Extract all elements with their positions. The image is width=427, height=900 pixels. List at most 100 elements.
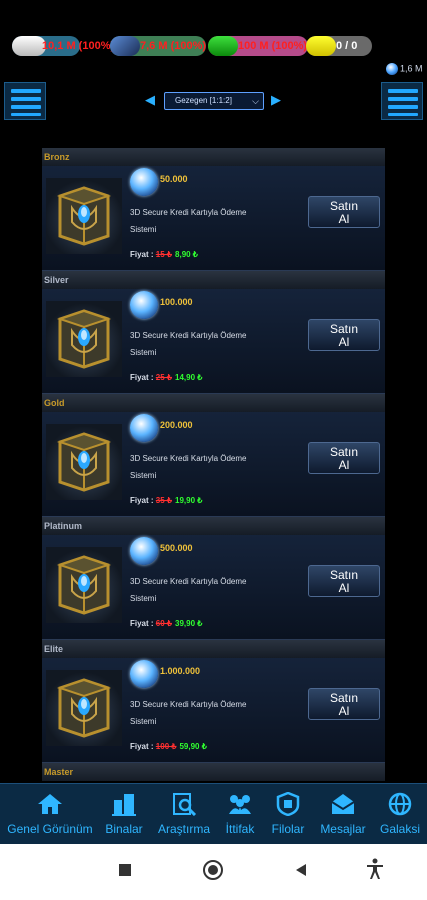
research-icon bbox=[173, 793, 197, 816]
tier-label: Silver bbox=[44, 275, 69, 285]
crystal-resource[interactable]: 7,6 M (100%) bbox=[110, 36, 206, 56]
planet-selector-label: Gezegen [1:1:2] bbox=[175, 96, 232, 105]
price-label: Fiyat : bbox=[130, 496, 154, 505]
package-card: 1.000.000 3D Secure Kredi Kartıyla Ödeme… bbox=[42, 658, 385, 763]
buy-button-line1: Satın bbox=[329, 322, 359, 336]
package-card: 200.000 3D Secure Kredi Kartıyla Ödeme Si… bbox=[42, 412, 385, 517]
nav-buildings-label: Binalar bbox=[105, 822, 143, 836]
chest-icon bbox=[46, 547, 122, 623]
buy-button[interactable]: Satın Al bbox=[308, 319, 380, 351]
package-card: 500.000 3D Secure Kredi Kartıyla Ödeme Si… bbox=[42, 535, 385, 640]
deuterium-icon bbox=[208, 36, 238, 56]
new-price: 14,90 ₺ bbox=[175, 373, 203, 382]
metal-value: 10,1 M (100%) bbox=[42, 40, 115, 52]
chest-icon bbox=[46, 424, 122, 500]
payment-method-line2: Sistemi bbox=[130, 348, 157, 357]
dark-matter-icon bbox=[130, 291, 158, 319]
dark-matter-icon bbox=[130, 168, 158, 196]
dark-matter: 1,6 M bbox=[386, 63, 423, 75]
tier-header: Gold bbox=[42, 394, 385, 412]
new-price: 8,90 ₺ bbox=[175, 250, 198, 259]
tier-header: Elite bbox=[42, 640, 385, 658]
crystal-value: 7,6 M (100%) bbox=[140, 40, 207, 52]
nav-buildings[interactable]: Binalar bbox=[100, 784, 148, 845]
tier-label: Gold bbox=[44, 398, 65, 408]
old-price: 100 ₺ bbox=[155, 742, 177, 751]
nav-messages[interactable]: Mesajlar bbox=[316, 784, 370, 845]
back-icon[interactable] bbox=[293, 862, 309, 878]
buy-button-line2: Al bbox=[338, 458, 350, 472]
tier-header: Silver bbox=[42, 271, 385, 289]
chest-icon bbox=[46, 178, 122, 254]
payment-method: 3D Secure Kredi Kartıyla Ödeme Sistemi bbox=[130, 450, 290, 484]
payment-method-line2: Sistemi bbox=[130, 717, 157, 726]
energy-icon bbox=[306, 36, 336, 56]
alliance-icon bbox=[229, 795, 251, 814]
payment-method-line2: Sistemi bbox=[130, 225, 157, 234]
new-price: 59,90 ₺ bbox=[179, 742, 207, 751]
buy-button-line1: Satın bbox=[329, 568, 359, 582]
fleet-icon bbox=[276, 792, 300, 816]
payment-method-line1: 3D Secure Kredi Kartıyla Ödeme bbox=[130, 454, 247, 463]
menu-icon bbox=[11, 89, 41, 93]
buy-button[interactable]: Satın Al bbox=[308, 565, 380, 597]
buy-button-line2: Al bbox=[338, 704, 350, 718]
buildings-icon bbox=[112, 794, 136, 816]
left-menu-button[interactable] bbox=[4, 82, 46, 120]
menu-icon-bar bbox=[11, 113, 41, 116]
old-price: 60 ₺ bbox=[155, 619, 173, 628]
payment-method-line1: 3D Secure Kredi Kartıyla Ödeme bbox=[130, 700, 247, 709]
nav-fleets-label: Filolar bbox=[271, 822, 305, 836]
payment-method-line1: 3D Secure Kredi Kartıyla Ödeme bbox=[130, 208, 247, 217]
package-amount: 200.000 bbox=[160, 420, 193, 430]
old-price: 25 ₺ bbox=[155, 373, 173, 382]
price: Fiyat : 100 ₺ 59,90 ₺ bbox=[130, 742, 207, 751]
menu-icon-bar bbox=[11, 105, 41, 109]
right-menu-button[interactable] bbox=[381, 82, 423, 120]
buy-button-line1: Satın bbox=[329, 691, 359, 705]
nav-alliance[interactable]: İttifak bbox=[218, 784, 262, 845]
metal-icon bbox=[12, 36, 46, 56]
package-amount: 500.000 bbox=[160, 543, 193, 553]
deuterium-resource[interactable]: 100 M (100%) bbox=[208, 36, 308, 56]
planet-selector[interactable]: Gezegen [1:1:2] ⌵ bbox=[164, 92, 264, 110]
price-label: Fiyat : bbox=[130, 619, 154, 628]
system-nav-bar bbox=[0, 844, 427, 900]
package-card: 100.000 3D Secure Kredi Kartıyla Ödeme Si… bbox=[42, 289, 385, 394]
nav-fleets[interactable]: Filolar bbox=[266, 784, 310, 845]
buy-button[interactable]: Satın Al bbox=[308, 688, 380, 720]
energy-resource[interactable]: 0 / 0 bbox=[306, 36, 372, 56]
dark-matter-icon bbox=[130, 660, 158, 688]
nav-overview-label: Genel Görünüm bbox=[7, 822, 93, 836]
dark-matter-icon bbox=[130, 414, 158, 442]
menu-icon-bar bbox=[388, 105, 418, 109]
new-price: 39,90 ₺ bbox=[175, 619, 203, 628]
payment-method-line1: 3D Secure Kredi Kartıyla Ödeme bbox=[130, 577, 247, 586]
tier-label: Master bbox=[44, 767, 74, 777]
nav-overview[interactable]: Genel Görünüm bbox=[4, 784, 96, 845]
menu-icon-bar bbox=[388, 97, 418, 101]
buy-button-line2: Al bbox=[338, 581, 350, 595]
recents-icon[interactable] bbox=[117, 862, 133, 878]
buy-button[interactable]: Satın Al bbox=[308, 196, 380, 228]
metal-resource[interactable]: 10,1 M (100%) bbox=[12, 36, 114, 56]
old-price: 15 ₺ bbox=[155, 250, 173, 259]
chest-icon bbox=[46, 301, 122, 377]
home-button-icon[interactable] bbox=[202, 859, 224, 881]
payment-method: 3D Secure Kredi Kartıyla Ödeme Sistemi bbox=[130, 696, 290, 730]
nav-research-label: Araştırma bbox=[157, 822, 210, 836]
old-price: 35 ₺ bbox=[155, 496, 173, 505]
deuterium-value: 100 M (100%) bbox=[238, 40, 308, 52]
buy-button[interactable]: Satın Al bbox=[308, 442, 380, 474]
price: Fiyat : 25 ₺ 14,90 ₺ bbox=[130, 373, 202, 382]
next-planet-arrow-icon[interactable]: ▶ bbox=[271, 92, 281, 108]
prev-planet-arrow-icon[interactable]: ◀ bbox=[145, 92, 155, 108]
nav-research[interactable]: Araştırma bbox=[154, 784, 214, 845]
payment-method-line2: Sistemi bbox=[130, 594, 157, 603]
price: Fiyat : 35 ₺ 19,90 ₺ bbox=[130, 496, 202, 505]
price: Fiyat : 15 ₺ 8,90 ₺ bbox=[130, 250, 198, 259]
package-list: Bronz 50.000 3D Secure Kredi Kartıyla Öd… bbox=[42, 148, 385, 781]
dark-matter-icon bbox=[130, 537, 158, 565]
nav-galaxy[interactable]: Galaksi bbox=[376, 784, 424, 845]
accessibility-icon[interactable] bbox=[366, 858, 384, 880]
